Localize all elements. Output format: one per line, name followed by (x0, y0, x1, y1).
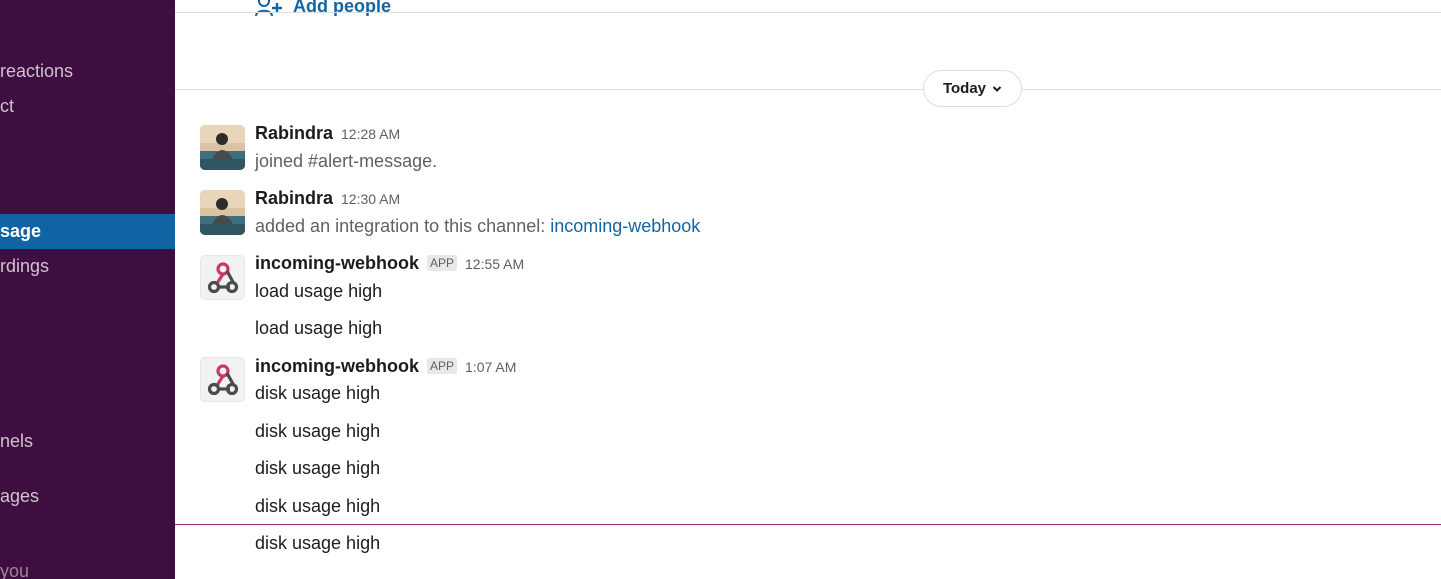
new-messages-divider (175, 524, 1441, 525)
add-people-button[interactable]: Add people (255, 0, 391, 18)
timestamp[interactable]: 12:55 AM (465, 256, 524, 272)
message-text-prefix: added an integration to this channel: (255, 216, 551, 236)
sidebar-item-ct[interactable]: ct (0, 89, 175, 124)
sender-name[interactable]: Rabindra (255, 188, 333, 209)
sidebar-item-reactions[interactable]: reactions (0, 54, 175, 89)
message-pane: Add people Today Rabindra 12:28 AM joine… (175, 0, 1441, 579)
app-badge: APP (427, 255, 458, 271)
message-text: added an integration to this channel: in… (255, 216, 700, 237)
sidebar-section-direct-messages[interactable]: ages (0, 479, 175, 514)
timestamp[interactable]: 12:28 AM (341, 126, 400, 142)
webhook-icon[interactable] (200, 357, 245, 402)
sender-name[interactable]: incoming-webhook (255, 253, 419, 274)
app-badge: APP (427, 358, 458, 374)
message-text: joined #alert-message. (255, 151, 438, 171)
sender-name[interactable]: incoming-webhook (255, 356, 419, 377)
date-jump-button[interactable]: Today (923, 70, 1022, 107)
sidebar-item-alert-message[interactable]: sage (0, 214, 175, 249)
add-people-label: Add people (293, 0, 391, 16)
avatar[interactable] (200, 190, 245, 235)
divider (175, 12, 1441, 13)
timestamp[interactable]: 1:07 AM (465, 359, 516, 375)
message-header: Rabindra 12:28 AM (255, 123, 400, 145)
integration-link[interactable]: incoming-webhook (550, 216, 700, 236)
sidebar-item-label: ct (0, 96, 15, 116)
avatar[interactable] (200, 125, 245, 170)
webhook-icon[interactable] (200, 255, 245, 300)
sidebar-item-label: reactions (0, 61, 74, 81)
message-text: disk usage high (255, 421, 381, 441)
message-text: load usage high (255, 281, 383, 301)
sidebar-item-you[interactable]: you (0, 554, 175, 579)
message-text: disk usage high (255, 533, 381, 553)
sidebar-item-label: sage (0, 221, 42, 241)
sidebar-item-label: you (0, 561, 30, 579)
message-text: disk usage high (255, 496, 381, 516)
timestamp[interactable]: 12:30 AM (341, 191, 400, 207)
sender-name[interactable]: Rabindra (255, 123, 333, 144)
message-text: load usage high (255, 318, 383, 338)
add-user-icon (255, 0, 283, 17)
chevron-down-icon (992, 80, 1002, 97)
sidebar-section-channels[interactable]: nels (0, 424, 175, 459)
message-header: incoming-webhook APP 12:55 AM (255, 253, 524, 275)
message-text: disk usage high (255, 458, 381, 478)
sidebar-item-label: rdings (0, 256, 50, 276)
sidebar-item-recordings[interactable]: rdings (0, 249, 175, 284)
day-divider-line (175, 89, 1441, 90)
sidebar-item-label: nels (0, 431, 34, 451)
date-label: Today (942, 80, 987, 97)
message-header: Rabindra 12:30 AM (255, 188, 400, 210)
message-text: disk usage high (255, 383, 381, 403)
sidebar-item-label: ages (0, 486, 40, 506)
message-header: incoming-webhook APP 1:07 AM (255, 356, 516, 378)
sidebar: reactions ct sage rdings nels ages you (0, 0, 175, 579)
